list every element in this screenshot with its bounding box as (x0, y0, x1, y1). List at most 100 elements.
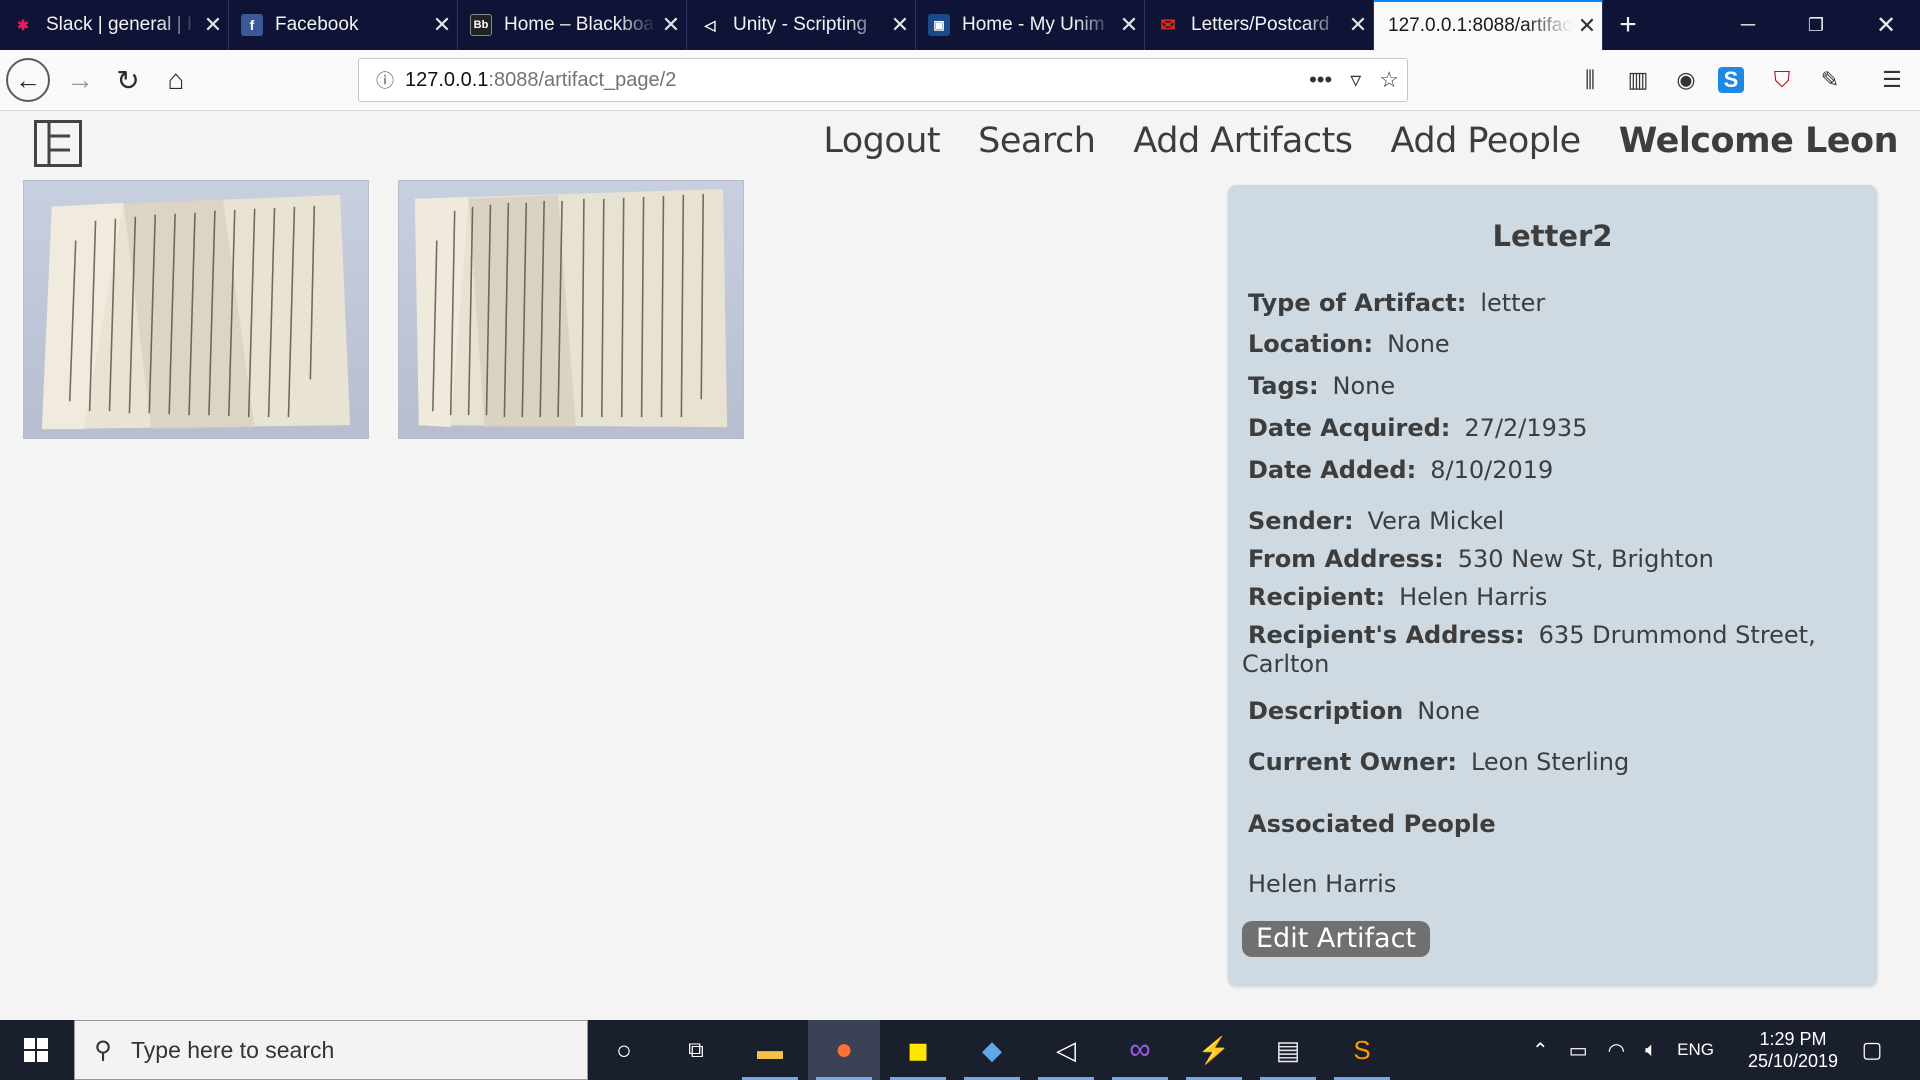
university-icon: ▣ (928, 14, 950, 36)
windows-taskbar: ⚲ Type here to search ○ ⧉ ▬ ● ◼ ◆ ◁ ∞ ⚡ … (0, 1020, 1920, 1080)
field-date-added: Date Added: 8/10/2019 (1248, 456, 1554, 484)
field-date-acquired: Date Acquired: 27/2/1935 (1248, 414, 1588, 442)
extension-icon[interactable]: ✎ (1814, 64, 1846, 96)
skype-extension-icon[interactable]: S (1718, 67, 1744, 93)
menu-icon[interactable]: ☰ (1876, 64, 1908, 96)
volume-muted-icon[interactable]: 🔈︎ (1645, 1039, 1657, 1062)
clock-time: 1:29 PM (1759, 1029, 1827, 1049)
artifact-image[interactable] (23, 180, 369, 439)
reload-icon[interactable]: ↻ (106, 58, 150, 102)
sidebar-icon[interactable]: ▥ (1622, 64, 1654, 96)
browser-toolbar: ← → ↻ ⌂ ⓘ 127.0.0.1:8088/artifact_page/2… (0, 50, 1920, 111)
clock-date: 25/10/2019 (1747, 1051, 1839, 1071)
tab-unity[interactable]: ◁ Unity - Scripting ✕ (687, 0, 916, 50)
pocket-icon[interactable]: ▿ (1350, 67, 1361, 93)
artifact-title: Letter2 (1492, 219, 1613, 253)
file-explorer-icon[interactable]: ▬ (734, 1020, 806, 1080)
gmail-icon: ✉ (1160, 14, 1176, 35)
blackboard-icon: Bb (470, 14, 492, 36)
browser-tab-strip: ✱ Slack | general | I ✕ f Facebook ✕ Bb … (0, 0, 1920, 50)
extension-icon[interactable]: ◉ (1670, 64, 1702, 96)
back-arrow-icon[interactable]: ← (6, 58, 50, 102)
associated-person-link[interactable]: Helen Harris (1248, 870, 1396, 898)
url-text: 127.0.0.1:8088/artifact_page/2 (405, 68, 677, 91)
library-icon[interactable]: ⫼ (1574, 64, 1606, 96)
tab-title: Home - My Unim (962, 14, 1105, 35)
task-view-icon[interactable]: ⧉ (660, 1020, 732, 1080)
new-tab-button[interactable]: + (1603, 0, 1653, 50)
cortana-icon[interactable]: ○ (588, 1020, 660, 1080)
taskbar-search-input[interactable]: ⚲ Type here to search (74, 1020, 588, 1080)
field-sender: Sender: Vera Mickel (1248, 507, 1505, 535)
git-client-icon[interactable]: ◆ (956, 1020, 1028, 1080)
tab-slack[interactable]: ✱ Slack | general | I ✕ (0, 0, 229, 50)
unity-icon: ◁ (704, 16, 716, 33)
tab-title: Facebook (275, 14, 359, 35)
clock[interactable]: 1:29 PM 25/10/2019 (1738, 1028, 1848, 1072)
info-icon[interactable]: ⓘ (365, 67, 405, 93)
home-icon[interactable]: ⌂ (154, 58, 198, 102)
tab-blackboard[interactable]: Bb Home – Blackboa ✕ (458, 0, 687, 50)
field-current-owner: Current Owner: Leon Sterling (1248, 748, 1630, 776)
edit-artifact-button[interactable]: Edit Artifact (1242, 921, 1431, 957)
minimize-icon[interactable]: ─ (1714, 0, 1782, 50)
visual-studio-icon[interactable]: ∞ (1104, 1020, 1176, 1080)
app-icon[interactable]: ⚡ (1178, 1020, 1250, 1080)
field-from-address: From Address: 530 New St, Brighton (1248, 545, 1714, 573)
address-bar[interactable]: ⓘ 127.0.0.1:8088/artifact_page/2 ••• ▿ ☆ (358, 58, 1408, 102)
close-icon[interactable]: ✕ (198, 12, 228, 38)
notifications-icon[interactable]: ▢ (1836, 1020, 1908, 1080)
add-people-link[interactable]: Add People (1391, 121, 1582, 161)
document-icon[interactable]: ▤ (1252, 1020, 1324, 1080)
page-content: Logout Search Add Artifacts Add People W… (0, 111, 1920, 1020)
tab-title: Letters/Postcard (1191, 14, 1330, 35)
bookmark-star-icon[interactable]: ☆ (1379, 67, 1399, 93)
artifact-image[interactable] (398, 180, 744, 439)
tab-gmail[interactable]: ✉ Letters/Postcard ✕ (1145, 0, 1374, 50)
close-window-icon[interactable]: ✕ (1852, 0, 1920, 50)
tab-title: Unity - Scripting (733, 14, 868, 35)
tab-title: Home – Blackboa (504, 14, 654, 35)
search-link[interactable]: Search (978, 121, 1096, 161)
firefox-icon[interactable]: ● (808, 1020, 880, 1080)
facebook-icon: f (241, 14, 263, 36)
page-actions-icon[interactable]: ••• (1309, 67, 1332, 93)
search-icon: ⚲ (94, 1036, 112, 1064)
slack-icon: ✱ (17, 16, 29, 33)
close-icon[interactable]: ✕ (1114, 12, 1144, 38)
close-icon[interactable]: ✕ (427, 12, 457, 38)
site-logo[interactable] (34, 120, 82, 167)
tab-title: Slack | general | I (46, 14, 193, 35)
field-recipient: Recipient: Helen Harris (1248, 583, 1548, 611)
tab-my-unimelb[interactable]: ▣ Home - My Unim ✕ (916, 0, 1145, 50)
tab-artifact-page[interactable]: 127.0.0.1:8088/artifac ✕ (1374, 0, 1603, 50)
add-artifacts-link[interactable]: Add Artifacts (1133, 121, 1353, 161)
unity-icon[interactable]: ◁ (1030, 1020, 1102, 1080)
forward-arrow-icon[interactable]: → (58, 58, 102, 102)
search-placeholder: Type here to search (131, 1036, 335, 1063)
field-description: Description None (1248, 697, 1480, 725)
field-tags: Tags: None (1248, 372, 1396, 400)
close-icon[interactable]: ✕ (885, 12, 915, 38)
field-location: Location: None (1248, 330, 1450, 358)
close-icon[interactable]: ✕ (656, 12, 686, 38)
battery-icon[interactable]: ▭ (1569, 1038, 1588, 1063)
associated-people-heading: Associated People (1248, 810, 1496, 838)
close-icon[interactable]: ✕ (1572, 13, 1602, 39)
close-icon[interactable]: ✕ (1343, 12, 1373, 38)
chevron-up-icon[interactable]: ⌃ (1532, 1038, 1549, 1063)
artifact-detail-card: Letter2 Type of Artifact: letter Location… (1228, 185, 1877, 986)
sticky-notes-icon[interactable]: ◼ (882, 1020, 954, 1080)
ublock-icon[interactable]: ⛉ (1766, 64, 1798, 96)
welcome-user-link[interactable]: Welcome Leon (1619, 121, 1899, 161)
windows-start-icon[interactable] (0, 1020, 72, 1080)
restore-icon[interactable]: ❐ (1782, 0, 1850, 50)
wifi-icon[interactable]: ◠ (1608, 1038, 1625, 1063)
language-indicator[interactable]: ENG (1677, 1040, 1714, 1060)
system-tray: ⌃ ▭ ◠ 🔈︎ ENG (1532, 1020, 1714, 1080)
site-nav: Logout Search Add Artifacts Add People W… (823, 121, 1898, 161)
logout-link[interactable]: Logout (823, 121, 940, 161)
field-type: Type of Artifact: letter (1248, 289, 1546, 317)
sublime-text-icon[interactable]: S (1326, 1020, 1398, 1080)
tab-facebook[interactable]: f Facebook ✕ (229, 0, 458, 50)
